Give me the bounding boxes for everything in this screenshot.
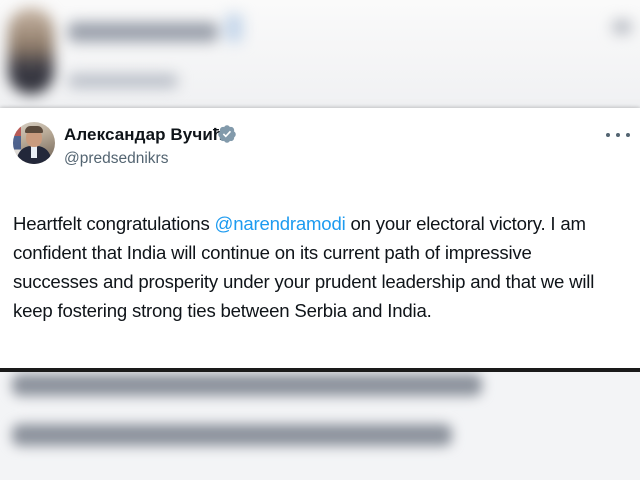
blurred-following-content <box>0 372 640 480</box>
mention-link[interactable]: @narendramodi <box>215 213 346 234</box>
tweet-text-segment: on your electoral victory. I am <box>345 213 586 234</box>
more-options-icon[interactable] <box>606 128 630 142</box>
dot <box>616 133 620 137</box>
tweet-line-3: successes and prosperity under your prud… <box>13 271 595 292</box>
tweet-line-4: keep fostering strong ties between Serbi… <box>13 300 432 321</box>
blurred-text-line <box>12 374 482 396</box>
avatar-shirt <box>31 146 37 158</box>
blurred-previous-tweet <box>0 0 640 108</box>
blurred-text-line <box>12 424 452 446</box>
blurred-badge <box>225 14 243 42</box>
author-display-name[interactable]: Александар Вучић <box>64 125 223 145</box>
screenshot: Александар Вучић @predsednikrs Heartfelt… <box>0 0 640 480</box>
blur-layer <box>0 0 640 108</box>
tweet-line-2: confident that India will continue on it… <box>13 242 532 263</box>
tweet-card[interactable]: Александар Вучић @predsednikrs Heartfelt… <box>0 108 640 372</box>
verified-badge-icon <box>218 125 236 143</box>
dot <box>606 133 610 137</box>
blurred-more-icon <box>612 20 632 34</box>
avatar-hair <box>25 126 43 133</box>
tweet-text: Heartfelt congratulations @narendramodi … <box>13 209 635 325</box>
tweet-text-segment: Heartfelt congratulations <box>13 213 215 234</box>
blurred-avatar <box>8 8 54 94</box>
tweet-line-1: Heartfelt congratulations @narendramodi … <box>13 209 635 238</box>
dot <box>626 133 630 137</box>
author-handle[interactable]: @predsednikrs <box>64 150 168 168</box>
blurred-handle <box>68 74 178 88</box>
blur-layer <box>0 372 640 480</box>
author-avatar[interactable] <box>13 122 55 164</box>
blurred-name <box>68 22 218 42</box>
